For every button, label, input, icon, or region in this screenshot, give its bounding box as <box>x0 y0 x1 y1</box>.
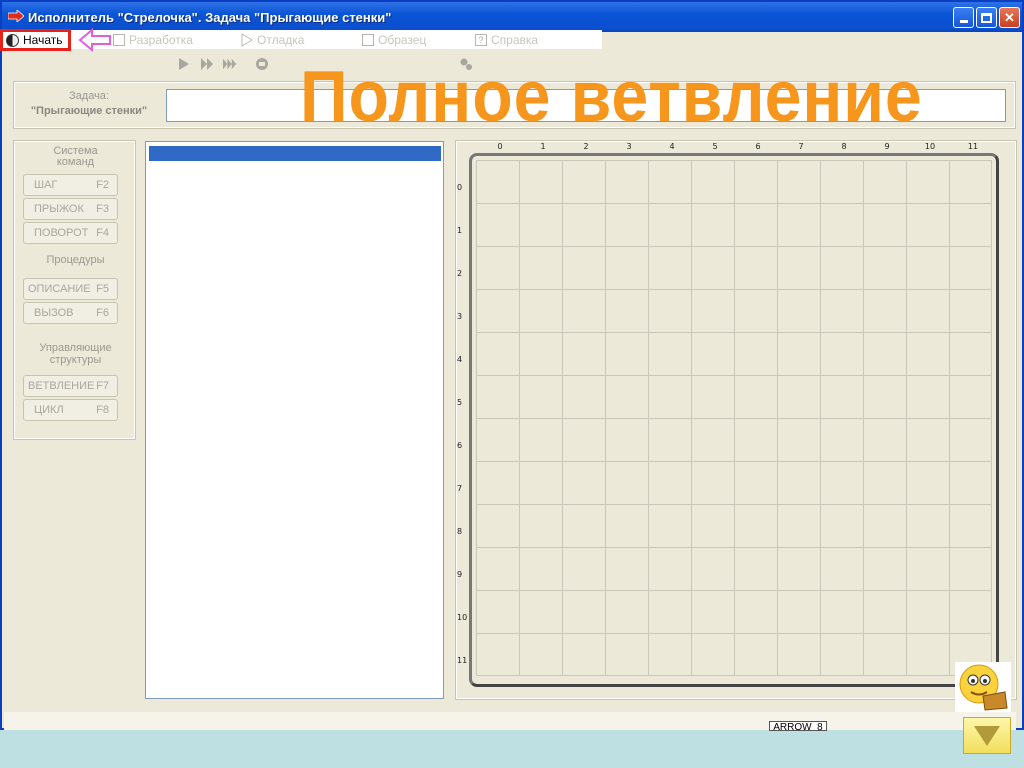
run-icon[interactable] <box>177 57 191 71</box>
step-run-icon[interactable] <box>200 57 214 71</box>
grid-row-label: 6 <box>457 441 463 450</box>
branch-key: F7 <box>96 380 109 392</box>
call-button[interactable]: ВЫЗОВ F6 <box>23 302 118 324</box>
grid-column-label: 9 <box>884 142 890 151</box>
grid-row-label: 1 <box>457 226 463 235</box>
next-slide-button[interactable] <box>963 717 1011 754</box>
sample-icon <box>362 34 374 46</box>
grid-row-label: 2 <box>457 269 463 278</box>
branch-button[interactable]: ВЕТВЛЕНИЕ F7 <box>23 375 118 397</box>
grid-row-label: 3 <box>457 312 463 321</box>
close-button[interactable]: ✕ <box>999 7 1020 28</box>
grid-row-label: 0 <box>457 183 463 192</box>
grid-row-label: 9 <box>457 570 463 579</box>
step-key: F2 <box>96 179 109 191</box>
jump-key: F3 <box>96 203 109 215</box>
grid-row-label: 11 <box>457 656 468 665</box>
close-icon: ✕ <box>1004 9 1015 25</box>
menu-help-label: Справка <box>491 33 539 47</box>
branch-label: ВЕТВЛЕНИЕ <box>28 380 95 392</box>
step-label: ШАГ <box>34 179 58 191</box>
grid-column-label: 0 <box>497 142 503 151</box>
menu-develop-label: Разработка <box>129 33 193 47</box>
system-commands-title-line2: команд <box>56 156 95 168</box>
grid-column-label: 5 <box>712 142 718 151</box>
grid-column-label: 3 <box>626 142 632 151</box>
loop-label: ЦИКЛ <box>34 404 64 416</box>
procedures-title: Процедуры <box>46 254 105 266</box>
grid-row-label: 8 <box>457 527 463 536</box>
grid-row-label: 5 <box>457 398 463 407</box>
turn-button[interactable]: ПОВОРОТ F4 <box>23 222 118 244</box>
yin-yang-icon <box>6 33 19 47</box>
start-button[interactable]: Начать <box>0 29 71 51</box>
task-name: "Прыгающие стенки" <box>30 105 148 117</box>
grid-column-label: 11 <box>967 142 979 151</box>
grid-column-label: 10 <box>924 142 936 151</box>
stop-icon[interactable] <box>255 57 269 71</box>
grid-row-label: 10 <box>457 613 468 622</box>
menu-help[interactable]: ? Справка <box>475 32 538 48</box>
window-title: Исполнитель "Стрелочка". Задача "Прыгающ… <box>28 10 392 25</box>
turn-key: F4 <box>96 227 109 239</box>
loop-key: F8 <box>96 404 109 416</box>
status-text: ARROW_8 <box>769 721 827 731</box>
jump-label: ПРЫЖОК <box>34 203 84 215</box>
title-bar[interactable]: Исполнитель "Стрелочка". Задача "Прыгающ… <box>2 2 1022 32</box>
loop-button[interactable]: ЦИКЛ F8 <box>23 399 118 421</box>
reading-smiley-icon <box>955 662 1011 712</box>
description-label: ОПИСАНИЕ <box>28 283 91 295</box>
start-label: Начать <box>23 33 63 47</box>
maximize-icon <box>981 12 992 23</box>
minimize-button[interactable] <box>953 7 974 28</box>
jump-button[interactable]: ПРЫЖОК F3 <box>23 198 118 220</box>
turn-label: ПОВОРОТ <box>34 227 89 239</box>
minimize-icon <box>959 20 968 23</box>
menu-develop[interactable]: Разработка <box>113 32 193 48</box>
pointer-arrow-icon <box>78 27 111 53</box>
grid-row-label: 4 <box>457 355 463 364</box>
menu-sample-label: Образец <box>378 33 427 47</box>
field-grid[interactable] <box>476 160 992 676</box>
document-icon <box>113 34 125 46</box>
control-structures-title-line2: структуры <box>49 354 102 366</box>
grid-column-label: 6 <box>755 142 761 151</box>
help-icon: ? <box>475 34 487 46</box>
lesson-heading: Полное ветвление <box>300 57 923 137</box>
description-button[interactable]: ОПИСАНИЕ F5 <box>23 278 118 300</box>
grid-column-label: 1 <box>540 142 546 151</box>
triangle-down-icon <box>974 725 1000 746</box>
call-key: F6 <box>96 307 109 319</box>
menu-debug[interactable]: Отладка <box>240 32 304 48</box>
program-list[interactable] <box>145 141 444 699</box>
program-line-selected[interactable] <box>149 146 441 161</box>
play-outline-icon <box>241 33 253 47</box>
fast-run-icon[interactable] <box>223 57 237 71</box>
step-button[interactable]: ШАГ F2 <box>23 174 118 196</box>
call-label: ВЫЗОВ <box>34 307 74 319</box>
grid-column-label: 7 <box>798 142 804 151</box>
description-key: F5 <box>96 283 109 295</box>
grid-column-label: 8 <box>841 142 847 151</box>
grid-column-label: 2 <box>583 142 589 151</box>
arrow-app-icon <box>8 10 24 22</box>
command-panel: Система команд ШАГ F2 ПРЫЖОК F3 ПОВОРОТ … <box>13 140 136 440</box>
grid-row-label: 7 <box>457 484 463 493</box>
control-structures-title-line1: Управляющие <box>39 342 112 354</box>
task-label: Задача: <box>69 90 109 102</box>
maximize-button[interactable] <box>976 7 997 28</box>
menu-sample[interactable]: Образец <box>362 32 426 48</box>
menu-debug-label: Отладка <box>257 33 305 47</box>
status-bar <box>4 712 1016 730</box>
grid-column-label: 4 <box>669 142 675 151</box>
